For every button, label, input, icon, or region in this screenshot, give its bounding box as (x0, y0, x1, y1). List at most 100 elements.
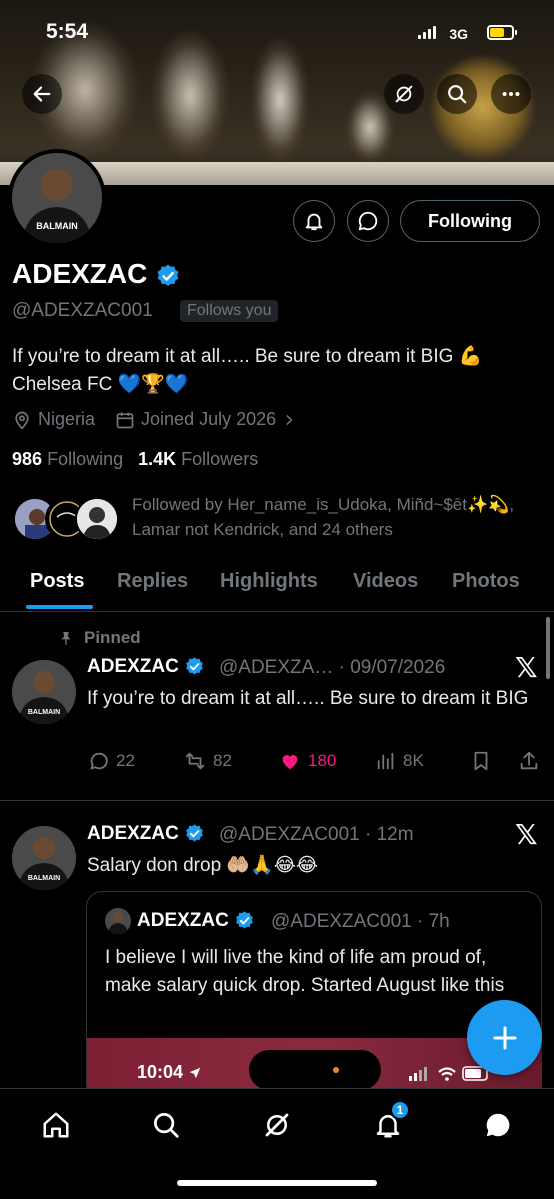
profile-meta: Nigeria Joined July 2026 (12, 409, 296, 430)
followers-count: 1.4K (138, 449, 177, 469)
profile-location: Nigeria (38, 409, 96, 429)
tweet-1-retweet-count: 82 (213, 751, 232, 770)
quoted-tweet[interactable]: ADEXZAC @ADEXZAC001 · 7h I believe I wil… (86, 891, 542, 1101)
tweet-1-text: If you’re to dream it at all….. Be sure … (87, 688, 529, 709)
tab-photos[interactable]: Photos (452, 570, 520, 593)
tweet-2-handle-date: @ADEXZAC001 · 12m (219, 824, 414, 845)
tweet-2-author-name: ADEXZAC (87, 823, 179, 844)
tweet-divider (0, 800, 554, 801)
tweet-1-reply-button[interactable]: 22 (88, 750, 135, 772)
verified-badge-icon (236, 911, 254, 929)
location-arrow-icon (189, 1068, 201, 1079)
follower-avatar-3 (75, 497, 119, 541)
bell-plus-icon (305, 213, 323, 231)
nav-messages[interactable] (478, 1105, 518, 1145)
views-chart-icon (377, 752, 394, 770)
following-button[interactable]: Following (400, 200, 540, 242)
location-pin-icon (15, 411, 29, 430)
status-bar: 5:54 3G (0, 0, 554, 60)
search-icon (154, 1113, 179, 1138)
profile-joined[interactable]: Joined July 2026 (141, 409, 276, 430)
following-label: Following (47, 449, 124, 469)
message-button[interactable] (347, 200, 389, 242)
search-button[interactable] (437, 74, 477, 114)
tweet-1-author[interactable]: ADEXZAC (87, 656, 205, 678)
followers-count-link[interactable]: 1.4K Followers (138, 449, 258, 469)
tab-videos[interactable]: Videos (353, 570, 418, 593)
more-button[interactable] (491, 74, 531, 114)
dynamic-island (249, 1050, 381, 1090)
active-tab-indicator (26, 605, 93, 609)
tweet-2-avatar-text: BALMAIN (28, 875, 60, 882)
follows-you-badge: Follows you (180, 300, 279, 322)
network-type: 3G (449, 26, 468, 42)
tab-highlights[interactable]: Highlights (220, 570, 318, 593)
compose-post-button[interactable] (467, 1000, 542, 1075)
chevron-right-icon[interactable] (282, 413, 296, 427)
signal-icon (418, 26, 436, 39)
pin-icon (61, 632, 71, 645)
tweet-2-author[interactable]: ADEXZAC (87, 823, 205, 845)
plus-icon (493, 1026, 516, 1049)
subscribe-notifications-button[interactable] (293, 200, 335, 242)
x-logo-icon: 𝕏 (515, 651, 538, 684)
battery-icon (487, 25, 517, 40)
tweet-1-avatar[interactable]: BALMAIN (12, 660, 76, 724)
scrollbar[interactable] (546, 617, 550, 679)
tab-replies[interactable]: Replies (117, 570, 188, 593)
nav-notifications[interactable]: 1 (368, 1100, 410, 1145)
notification-badge: 1 (390, 1100, 410, 1120)
quoted-image-status-icons (409, 1066, 488, 1081)
profile-avatar[interactable]: BALMAIN (8, 149, 106, 247)
bookmark-icon (474, 751, 488, 771)
verified-badge-icon[interactable] (155, 263, 181, 289)
grok-button[interactable] (384, 74, 424, 114)
chat-bubble-icon (358, 211, 378, 231)
pinned-label: Pinned (58, 628, 141, 648)
profile-name: ADEXZAC (12, 258, 181, 290)
retweet-icon (185, 752, 205, 770)
tab-posts[interactable]: Posts (30, 570, 84, 593)
tweet-1-reply-count: 22 (116, 751, 135, 770)
quoted-image-time: 10:04 (137, 1062, 202, 1083)
tweet-1-like-count: 180 (308, 751, 337, 770)
home-indicator[interactable] (177, 1180, 377, 1186)
follow-counts: 986 Following 1.4K Followers (12, 449, 258, 470)
nav-search[interactable] (146, 1105, 186, 1145)
grok-icon (265, 1113, 289, 1137)
profile-bio: If you’re to dream it at all….. Be sure … (12, 343, 542, 399)
pinned-text: Pinned (84, 628, 141, 647)
tweet-1-avatar-text: BALMAIN (28, 709, 60, 716)
search-icon (448, 85, 467, 104)
tweet-1-retweet-button[interactable]: 82 (183, 750, 232, 772)
more-dots-icon (502, 91, 520, 97)
home-icon (43, 1112, 69, 1138)
tweet-1-author-name: ADEXZAC (87, 656, 179, 677)
tweet-2-avatar[interactable]: BALMAIN (12, 826, 76, 890)
chat-bubble-icon (486, 1113, 510, 1137)
bio-line-2: Chelsea FC 💙🏆💙 (12, 374, 189, 395)
tweet-2-text: Salary don drop 🤲🏼🙏😂😂 (87, 855, 319, 876)
share-icon (520, 751, 538, 770)
tweet-1-like-button[interactable]: 180 (278, 750, 336, 772)
tweet-1-view-count: 8K (403, 751, 424, 770)
quoted-tweet-avatar (105, 908, 131, 934)
followed-by-text[interactable]: Followed by Her_name_is_Udoka, Miñd~$ēt✨… (132, 492, 542, 542)
quoted-image-time-text: 10:04 (137, 1062, 184, 1082)
quoted-tweet-author-name: ADEXZAC (137, 910, 229, 931)
x-logo-icon: 𝕏 (515, 818, 538, 851)
back-button[interactable] (22, 74, 62, 114)
following-count-link[interactable]: 986 Following (12, 449, 123, 469)
profile-name-text: ADEXZAC (12, 258, 148, 289)
tweet-1-views-button[interactable]: 8K (375, 750, 424, 772)
quoted-tweet-author: ADEXZAC (137, 910, 255, 932)
quoted-tweet-text: I believe I will live the kind of life a… (105, 947, 505, 996)
tweet-1-bookmark-button[interactable] (470, 750, 492, 772)
grok-icon (395, 85, 413, 103)
nav-grok[interactable] (257, 1105, 297, 1145)
nav-home[interactable] (36, 1105, 76, 1145)
tweet-1-share-button[interactable] (518, 750, 540, 772)
followers-label: Followers (181, 449, 259, 469)
bio-line-1: If you’re to dream it at all….. Be sure … (12, 346, 483, 367)
avatar-shirt-text: BALMAIN (36, 221, 78, 231)
